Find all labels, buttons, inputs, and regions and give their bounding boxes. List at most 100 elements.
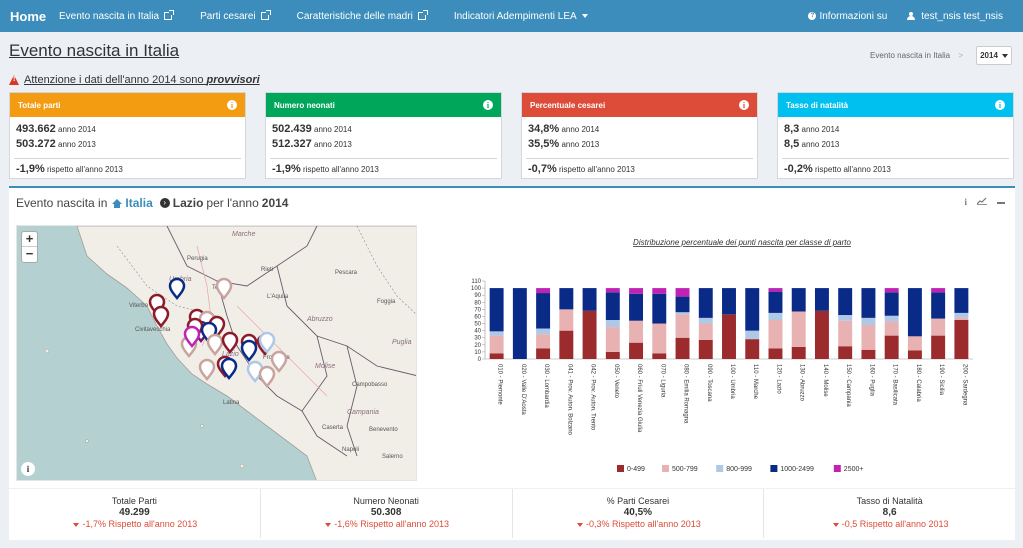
map-label: Campobasso <box>352 382 388 388</box>
map-label: Puglia <box>392 339 412 346</box>
minus-icon[interactable] <box>997 202 1005 204</box>
panel-title-prefix: Evento nascita in <box>16 196 108 210</box>
y-tick-label: 40 <box>474 329 481 335</box>
nav-user-label: test_nsis test_nsis <box>921 10 1003 22</box>
y-tick-label: 80 <box>474 300 481 306</box>
map-label: Latina <box>223 400 240 406</box>
nav-parti-cesarei[interactable]: Parti cesarei <box>200 0 271 32</box>
summary-change-text: -1,6% Rispetto all'anno 2013 <box>334 519 450 529</box>
x-tick-label: 190 - Sicilia <box>938 364 944 396</box>
map-label: Abruzzo <box>306 316 333 323</box>
home-link[interactable]: Home <box>0 9 52 24</box>
nav-evento-nascita-label: Evento nascita in Italia <box>59 10 160 22</box>
bar-segment <box>536 288 551 294</box>
kpi-box: Numero neonati i 502.439 anno 2014 512.3… <box>265 92 502 179</box>
y-tick-label: 10 <box>474 350 481 356</box>
country-link[interactable]: Italia <box>125 196 152 210</box>
x-tick-label: 010 - Piemonte <box>497 364 503 405</box>
info-icon[interactable]: i <box>739 100 749 110</box>
line-chart-icon[interactable] <box>976 197 987 207</box>
bar-segment <box>768 348 783 359</box>
year-select-value: 2014 <box>980 51 998 60</box>
kpi-box: Percentuale cesarei i 34,8% anno 2014 35… <box>521 92 758 179</box>
bar-segment <box>698 288 713 318</box>
bar-segment <box>838 288 853 316</box>
summary-change-text: -0,5 Rispetto all'anno 2013 <box>841 519 949 529</box>
info-icon[interactable]: i <box>227 100 237 110</box>
summary-change: -1,7% Rispetto all'anno 2013 <box>9 519 260 529</box>
bar-segment <box>768 320 783 349</box>
map-label: Perugia <box>187 256 208 262</box>
kpi-delta-label: rispetto all'anno 2013 <box>558 165 635 174</box>
info-icon[interactable]: i <box>964 197 967 207</box>
bar-segment <box>698 323 713 340</box>
bar-segment <box>907 288 922 337</box>
legend-label: 2500+ <box>844 466 864 473</box>
x-tick-label: 140 - Molise <box>822 364 828 397</box>
legend-swatch <box>833 465 841 472</box>
panel-title-mid: per l'anno <box>206 196 259 210</box>
bar-segment <box>629 320 644 343</box>
breadcrumb-current[interactable]: Evento nascita in Italia <box>870 51 950 60</box>
bar-segment <box>954 312 969 318</box>
y-tick-label: 0 <box>478 357 482 363</box>
bar-segment <box>629 342 644 359</box>
y-tick-label: 60 <box>474 314 481 320</box>
nav-info[interactable]: ? Informazioni su <box>808 0 887 32</box>
map-canvas[interactable]: Marche Umbria Lazio Abruzzo Molise Campa… <box>17 226 417 481</box>
summary-label: Numero Neonati <box>353 496 419 506</box>
bar-segment <box>931 288 946 293</box>
map-attribution-icon[interactable]: i <box>21 462 35 476</box>
map-label: Salerno <box>382 454 403 460</box>
external-link-icon <box>164 10 175 20</box>
bar-segment <box>629 293 644 321</box>
nav-user[interactable]: test_nsis test_nsis <box>907 0 1003 32</box>
year-select[interactable]: 2014 <box>976 46 1012 65</box>
x-tick-label: 110 - Marche <box>752 364 758 400</box>
map-label: L'Aquila <box>267 294 289 300</box>
bar-segment <box>675 312 690 315</box>
external-link-icon <box>260 10 271 20</box>
kpi-header: Percentuale cesarei i <box>522 93 757 117</box>
x-tick-label: 100 - Umbria <box>729 364 735 399</box>
bar-segment <box>675 296 690 313</box>
home-icon <box>112 198 123 208</box>
y-tick-label: 30 <box>474 336 481 342</box>
kpi-value-previous: 512.327 <box>272 138 312 150</box>
zoom-in-button[interactable]: + <box>22 232 37 247</box>
summary-change-text: -0,3% Rispetto all'anno 2013 <box>585 519 701 529</box>
bar-segment <box>536 334 551 349</box>
bar-segment <box>652 353 667 359</box>
nav-info-label: Informazioni su <box>819 10 888 22</box>
arrow-circle-right-icon: › <box>159 198 170 208</box>
summary-change: -0,5 Rispetto all'anno 2013 <box>764 519 1015 529</box>
kpi-delta: -0,2% <box>784 163 813 175</box>
kpi-header: Tasso di natalità i <box>778 93 1013 117</box>
nav-caratteristiche-madri[interactable]: Caratteristiche delle madri <box>297 0 428 32</box>
nav-evento-nascita[interactable]: Evento nascita in Italia <box>59 0 175 32</box>
warning-icon <box>9 75 20 85</box>
top-navbar: Home Evento nascita in Italia Parti cesa… <box>0 0 1023 32</box>
bar-segment <box>489 288 504 332</box>
summary-value: 40,5% <box>623 507 653 518</box>
x-tick-label: 090 - Toscana <box>706 364 712 402</box>
caret-down-icon <box>832 523 839 527</box>
kpi-label-current: anno 2014 <box>801 125 840 134</box>
bar-segment <box>791 288 806 312</box>
caret-down-icon <box>1001 53 1008 58</box>
kpi-delta: -1,9% <box>272 163 301 175</box>
bar-segment <box>536 293 551 329</box>
zoom-out-button[interactable]: − <box>22 247 37 262</box>
legend-swatch <box>716 465 724 472</box>
x-tick-label: 180 - Calabria <box>915 364 921 402</box>
bar-segment <box>605 320 620 328</box>
map-lazio[interactable]: Marche Umbria Lazio Abruzzo Molise Campa… <box>16 225 417 481</box>
bar-segment <box>884 321 899 336</box>
info-icon[interactable]: i <box>483 100 493 110</box>
bar-segment <box>605 351 620 359</box>
map-label: Molise <box>315 363 335 370</box>
info-icon[interactable]: i <box>995 100 1005 110</box>
nav-indicatori-lea[interactable]: Indicatori Adempimenti LEA <box>454 0 588 32</box>
bar-segment <box>675 288 690 297</box>
kpi-label-current: anno 2014 <box>314 125 352 134</box>
